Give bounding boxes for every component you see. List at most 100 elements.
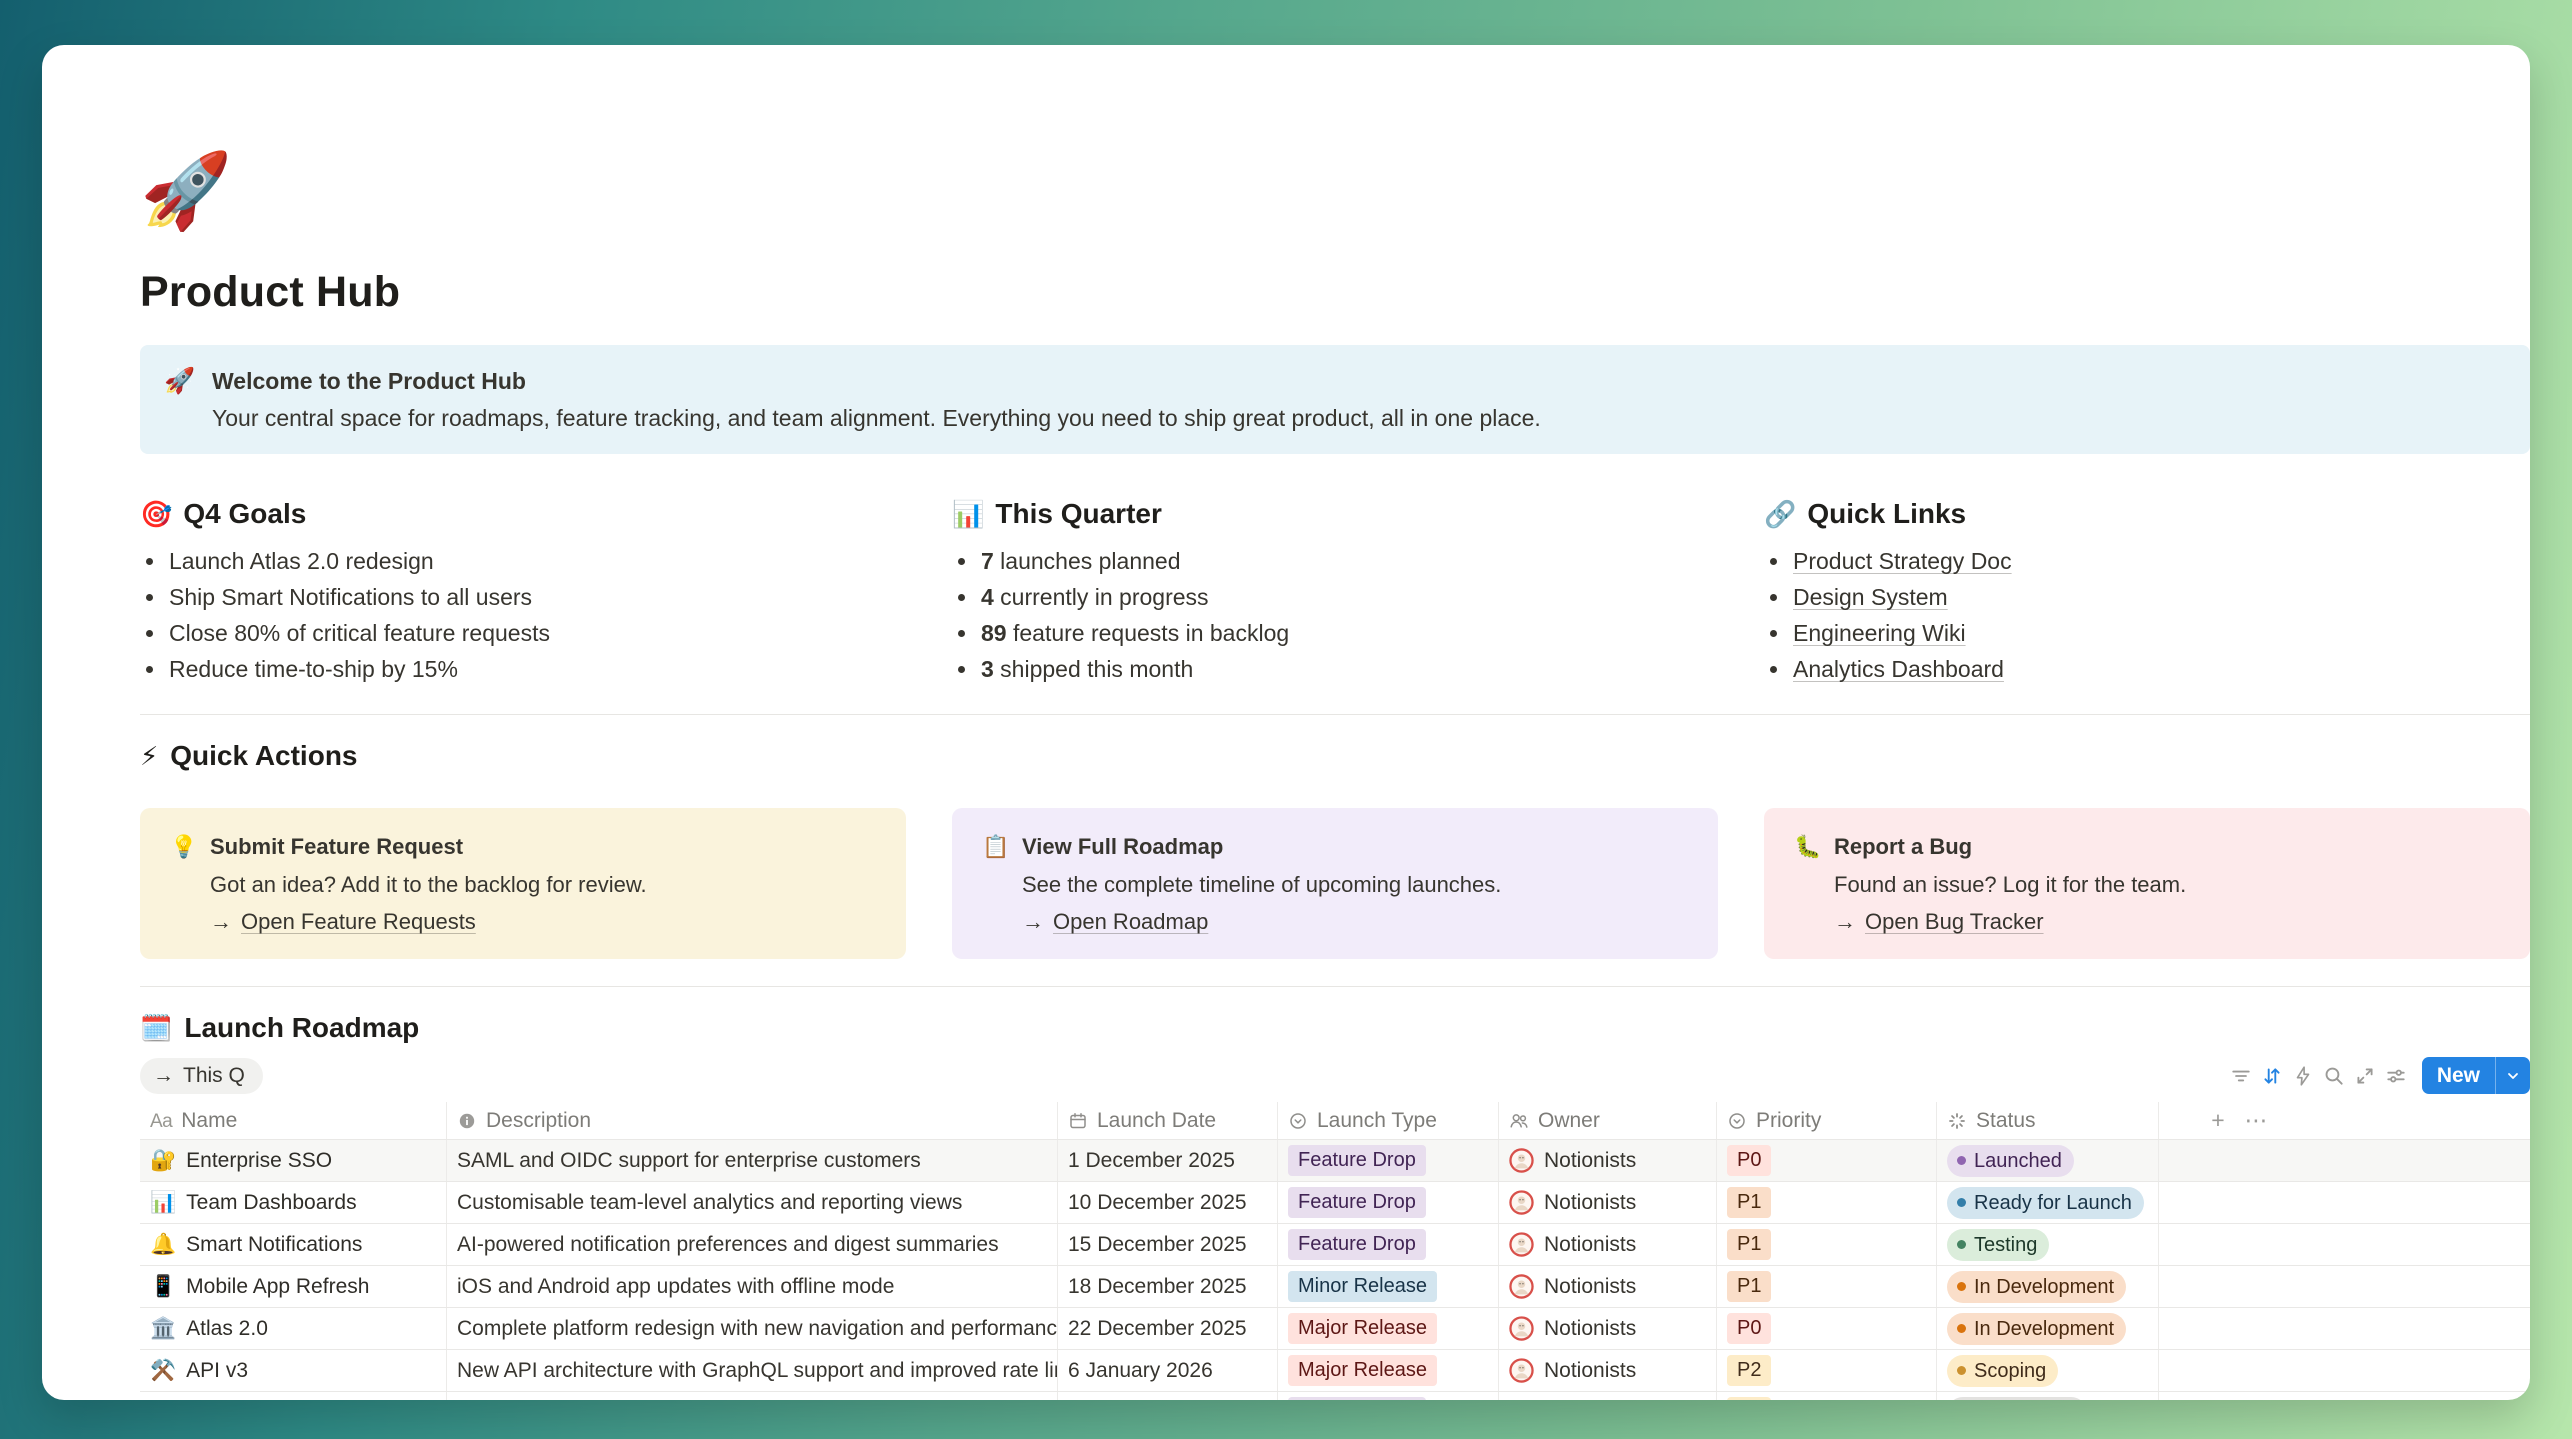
cell-owner[interactable]: Notionists	[1499, 1392, 1717, 1400]
owner-name: Notionists	[1544, 1191, 1636, 1215]
quick-action-card-view-full-roadmap[interactable]: 📋View Full RoadmapSee the complete timel…	[952, 808, 1718, 959]
cell-owner[interactable]: Notionists	[1499, 1308, 1717, 1349]
cell-description[interactable]: Centralised marketplace for third-party …	[447, 1392, 1058, 1400]
cell-priority[interactable]: P1	[1717, 1266, 1937, 1307]
cell-description[interactable]: New API architecture with GraphQL suppor…	[447, 1350, 1058, 1391]
cell-launch-date[interactable]: 10 December 2025	[1058, 1182, 1278, 1223]
page-title[interactable]: Product Hub	[140, 268, 2530, 317]
cell-launch-type[interactable]: Feature Drop	[1278, 1224, 1499, 1265]
cell-launch-type[interactable]: Major Release	[1278, 1308, 1499, 1349]
cell-name[interactable]: 🔔Smart Notifications	[140, 1224, 447, 1265]
quick-action-card-submit-feature-request[interactable]: 💡Submit Feature RequestGot an idea? Add …	[140, 808, 906, 959]
cell-launch-date[interactable]: 6 January 2026	[1058, 1350, 1278, 1391]
cell-priority[interactable]: P0	[1717, 1140, 1937, 1181]
callout-body: Your central space for roadmaps, feature…	[212, 403, 1541, 433]
cell-status[interactable]: Launched	[1937, 1140, 2159, 1181]
status-badge: Ready for Launch	[1947, 1187, 2144, 1219]
arrow-icon: →	[153, 1064, 174, 1088]
quick-link-product-strategy-doc[interactable]: Product Strategy Doc	[1793, 548, 2012, 574]
cell-description[interactable]: AI-powered notification preferences and …	[447, 1224, 1058, 1265]
cell-owner[interactable]: Notionists	[1499, 1266, 1717, 1307]
bullet-list: Launch Atlas 2.0 redesignShip Smart Noti…	[140, 543, 906, 687]
table-row-enterprise-sso: 🔐Enterprise SSOSAML and OIDC support for…	[140, 1140, 2530, 1182]
cell-name[interactable]: 🔐Enterprise SSO	[140, 1140, 447, 1181]
column-header-owner[interactable]: Owner	[1499, 1102, 1717, 1139]
column-header-launch-date[interactable]: Launch Date	[1058, 1102, 1278, 1139]
cell-launch-type[interactable]: Major Release	[1278, 1350, 1499, 1391]
quick-action-card-report-a-bug[interactable]: 🐛Report a BugFound an issue? Log it for …	[1764, 808, 2530, 959]
cell-name[interactable]: 📱Mobile App Refresh	[140, 1266, 447, 1307]
card-link-open-roadmap[interactable]: Open Roadmap	[1053, 908, 1208, 935]
status-badge: Scoping	[1947, 1355, 2058, 1387]
cell-launch-date[interactable]: 15 January 2026	[1058, 1392, 1278, 1400]
quick-link-analytics-dashboard[interactable]: Analytics Dashboard	[1793, 656, 2004, 682]
cell-name[interactable]: 🔗Integrations Hub	[140, 1392, 447, 1400]
bullet-text: launches planned	[994, 548, 1181, 574]
card-link-open-bug-tracker[interactable]: Open Bug Tracker	[1865, 908, 2044, 935]
cell-launch-date[interactable]: 18 December 2025	[1058, 1266, 1278, 1307]
cell-owner[interactable]: Notionists	[1499, 1350, 1717, 1391]
column-header-priority[interactable]: Priority	[1717, 1102, 1937, 1139]
column-heading-label: This Quarter	[995, 498, 1161, 530]
cell-status[interactable]: In Development	[1937, 1266, 2159, 1307]
quick-link-engineering-wiki[interactable]: Engineering Wiki	[1793, 620, 1966, 646]
cell-priority[interactable]: P1	[1717, 1224, 1937, 1265]
cell-priority[interactable]: P0	[1717, 1308, 1937, 1349]
cell-description[interactable]: Complete platform redesign with new navi…	[447, 1308, 1058, 1349]
card-title: View Full Roadmap	[1022, 833, 1223, 860]
bullet-strong-value: 89	[981, 620, 1007, 646]
owner-avatar	[1509, 1316, 1534, 1341]
cell-launch-date[interactable]: 15 December 2025	[1058, 1224, 1278, 1265]
settings-sliders-icon[interactable]	[2381, 1060, 2412, 1091]
view-full-roadmap-emoji-icon: 📋	[982, 833, 1008, 860]
cell-launch-type[interactable]: Feature Drop	[1278, 1140, 1499, 1181]
filter-icon[interactable]	[2226, 1060, 2257, 1091]
cell-name[interactable]: 📊Team Dashboards	[140, 1182, 447, 1223]
desktop-background: 🚀 Product Hub 🚀 Welcome to the Product H…	[0, 0, 2572, 1439]
cell-status[interactable]: Testing	[1937, 1224, 2159, 1265]
cell-name[interactable]: 🏛️Atlas 2.0	[140, 1308, 447, 1349]
cell-priority[interactable]: P1	[1717, 1182, 1937, 1223]
cell-description[interactable]: iOS and Android app updates with offline…	[447, 1266, 1058, 1307]
column-header-name[interactable]: AaName	[140, 1102, 447, 1139]
cell-owner[interactable]: Notionists	[1499, 1182, 1717, 1223]
cell-priority[interactable]: P2	[1717, 1392, 1937, 1400]
owner-avatar	[1509, 1358, 1534, 1383]
cell-status[interactable]: In Development	[1937, 1308, 2159, 1349]
cell-empty	[2159, 1182, 2199, 1223]
sort-icon[interactable]	[2257, 1060, 2288, 1091]
cell-launch-date[interactable]: 22 December 2025	[1058, 1308, 1278, 1349]
cell-name[interactable]: ⚒️API v3	[140, 1350, 447, 1391]
lightning-icon[interactable]	[2288, 1060, 2319, 1091]
cell-priority[interactable]: P2	[1717, 1350, 1937, 1391]
column-header-label: Status	[1976, 1109, 2036, 1133]
search-icon[interactable]	[2319, 1060, 2350, 1091]
cell-owner[interactable]: Notionists	[1499, 1140, 1717, 1181]
cell-launch-date[interactable]: 1 December 2025	[1058, 1140, 1278, 1181]
cell-status[interactable]: Scoping	[1937, 1350, 2159, 1391]
expand-icon[interactable]	[2350, 1060, 2381, 1091]
launch-date-text: 10 December 2025	[1068, 1191, 1247, 1215]
cell-status[interactable]: Not Started	[1937, 1392, 2159, 1400]
cell-description[interactable]: SAML and OIDC support for enterprise cus…	[447, 1140, 1058, 1181]
new-button[interactable]: New	[2422, 1057, 2530, 1094]
column-header-status[interactable]: Status	[1937, 1102, 2159, 1139]
column-header-description[interactable]: Description	[447, 1102, 1058, 1139]
cell-launch-type[interactable]: Minor Release	[1278, 1266, 1499, 1307]
page-icon[interactable]: 🚀	[140, 148, 230, 234]
cell-owner[interactable]: Notionists	[1499, 1224, 1717, 1265]
table-more-button[interactable]: ⋯	[2237, 1102, 2275, 1139]
owner-name: Notionists	[1544, 1359, 1636, 1383]
card-link-open-feature-requests[interactable]: Open Feature Requests	[241, 908, 476, 935]
owner-avatar	[1509, 1274, 1534, 1299]
chevron-down-icon[interactable]	[2496, 1068, 2530, 1084]
cell-description[interactable]: Customisable team-level analytics and re…	[447, 1182, 1058, 1223]
view-tab-this-q[interactable]: → This Q	[140, 1058, 263, 1094]
quick-link-design-system[interactable]: Design System	[1793, 584, 1948, 610]
column-header-empty	[2159, 1102, 2199, 1139]
cell-launch-type[interactable]: Feature Drop	[1278, 1392, 1499, 1400]
column-header-launch-type[interactable]: Launch Type	[1278, 1102, 1499, 1139]
cell-launch-type[interactable]: Feature Drop	[1278, 1182, 1499, 1223]
cell-status[interactable]: Ready for Launch	[1937, 1182, 2159, 1223]
add-column-button[interactable]: +	[2199, 1102, 2237, 1139]
